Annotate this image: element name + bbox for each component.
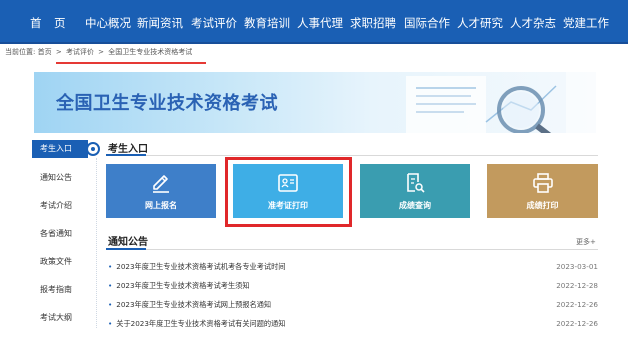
notice-date: 2022-12-26 (556, 319, 598, 328)
sidebar-item-exam-syllabus[interactable]: 考试大纲 (32, 312, 88, 323)
notice-date: 2023-03-01 (556, 262, 598, 271)
score-print-button[interactable]: 成绩打印 (487, 164, 598, 218)
notices-divider (106, 249, 598, 250)
banner-illustration (406, 72, 596, 133)
notice-text: 2023年度卫生专业技术资格考试网上预报名通知 (116, 300, 272, 309)
notice-item[interactable]: • 关于2023年度卫生专业技术资格考试有关问题的通知 2022-12-26 (108, 319, 598, 329)
top-navigation: 首 页 中心概况 新闻资讯 考试评价 教育培训 人事代理 求职招聘 国际合作 人… (0, 0, 628, 44)
nav-item-talent-research[interactable]: 人才研究 (457, 15, 503, 31)
notices-divider-accent (106, 248, 146, 250)
document-search-icon (407, 173, 425, 193)
nav-item-center-overview[interactable]: 中心概况 (85, 15, 131, 31)
breadcrumb-highlight-underline (56, 62, 206, 64)
sidebar-divider (96, 158, 97, 328)
page-banner: 全国卫生专业技术资格考试 (34, 72, 596, 133)
breadcrumb-separator: > (98, 48, 105, 56)
nav-item-talent-magazine[interactable]: 人才杂志 (510, 15, 556, 31)
nav-item-home-1[interactable]: 首 (30, 15, 42, 31)
admission-ticket-highlight-box (225, 157, 352, 227)
notice-text: 2023年度卫生专业技术资格考试考生须知 (116, 281, 250, 290)
breadcrumb-exam-link[interactable]: 考试评价 (66, 48, 94, 56)
nav-item-jobs[interactable]: 求职招聘 (350, 15, 396, 31)
breadcrumb-prefix: 当前位置: (5, 48, 36, 56)
notice-item[interactable]: • 2023年度卫生专业技术资格考试网上预报名通知 2022-12-26 (108, 300, 598, 310)
breadcrumb-current: 全国卫生专业技术资格考试 (108, 48, 193, 56)
tile-label: 成绩打印 (526, 201, 559, 210)
sidebar-item-candidate-entry[interactable]: 考生入口 (32, 140, 88, 158)
notice-date: 2022-12-26 (556, 300, 598, 309)
breadcrumb: 当前位置: 首页 > 考试评价 > 全国卫生专业技术资格考试 (5, 47, 192, 57)
sidebar-item-policy-docs[interactable]: 政策文件 (32, 256, 88, 267)
tile-label: 网上报名 (145, 201, 177, 210)
sidebar-item-provincial-notices[interactable]: 各省通知 (32, 228, 88, 239)
nav-item-home-2[interactable]: 页 (54, 15, 66, 31)
notice-item[interactable]: • 2023年度卫生专业技术资格考试考生须知 2022-12-28 (108, 281, 598, 291)
notice-date: 2022-12-28 (556, 281, 598, 290)
notices-more-link[interactable]: 更多+ (576, 237, 596, 247)
nav-item-exam-evaluation[interactable]: 考试评价 (191, 15, 237, 31)
notice-text: 2023年度卫生专业技术资格考试机考各专业考试时间 (116, 262, 286, 271)
nav-item-news[interactable]: 新闻资讯 (137, 15, 183, 31)
section-divider (106, 155, 598, 156)
nav-item-international[interactable]: 国际合作 (404, 15, 450, 31)
tile-label: 成绩查询 (399, 201, 431, 210)
notice-text: 关于2023年度卫生专业技术资格考试有关问题的通知 (116, 319, 286, 328)
sidebar-item-application-guide[interactable]: 报考指南 (32, 284, 88, 295)
breadcrumb-home-link[interactable]: 首页 (38, 48, 52, 56)
online-registration-button[interactable]: 网上报名 (106, 164, 216, 218)
notice-item[interactable]: • 2023年度卫生专业技术资格考试机考各专业考试时间 2023-03-01 (108, 262, 598, 272)
breadcrumb-separator: > (55, 48, 62, 56)
nav-item-party-building[interactable]: 党建工作 (563, 15, 609, 31)
notices-title: 通知公告 (108, 237, 148, 248)
pen-icon (153, 175, 169, 193)
section-title: 考生入口 (108, 144, 148, 155)
sidebar-item-exam-intro[interactable]: 考试介绍 (32, 200, 88, 211)
nav-item-education-training[interactable]: 教育培训 (244, 15, 290, 31)
section-divider-accent (106, 154, 146, 156)
banner-title: 全国卫生专业技术资格考试 (56, 93, 278, 114)
sidebar-item-notices[interactable]: 通知公告 (32, 172, 88, 183)
sidebar-active-indicator (86, 142, 100, 156)
nav-item-personnel-agency[interactable]: 人事代理 (297, 15, 343, 31)
score-query-button[interactable]: 成绩查询 (360, 164, 470, 218)
printer-icon (532, 173, 553, 193)
